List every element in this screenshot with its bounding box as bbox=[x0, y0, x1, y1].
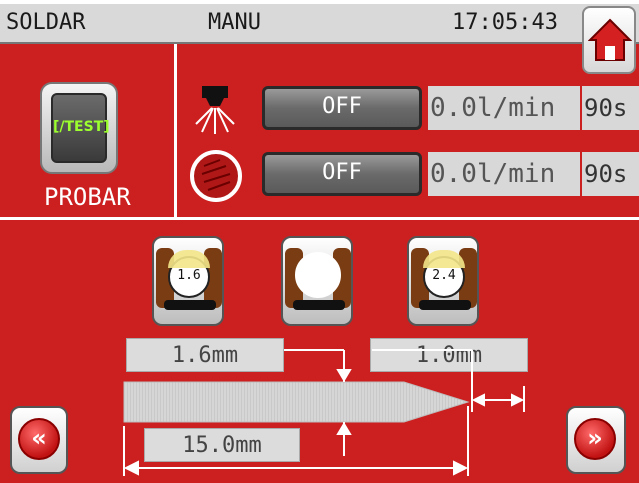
next-button[interactable]: » bbox=[566, 406, 626, 474]
home-button[interactable] bbox=[582, 6, 636, 74]
coil-flow-value[interactable]: 0.0l/min bbox=[428, 152, 580, 196]
screen: SOLDAR MANU 17:05:43 [/TEST] PROBAR OFF … bbox=[0, 0, 639, 483]
coil-circle-icon bbox=[190, 150, 242, 202]
coil-time-value[interactable]: 90s bbox=[582, 152, 639, 196]
clock: 17:05:43 bbox=[452, 10, 558, 35]
tool-base bbox=[419, 300, 471, 310]
status-bar: SOLDAR MANU 17:05:43 bbox=[0, 4, 639, 44]
home-icon bbox=[588, 18, 632, 61]
tool-base bbox=[164, 300, 216, 310]
probar-label: PROBAR bbox=[44, 183, 131, 211]
tool-button-3[interactable]: 2.4 bbox=[407, 236, 479, 326]
horizontal-divider bbox=[0, 217, 639, 220]
tool-gauge-label: 2.4 bbox=[432, 268, 456, 283]
test-button-frame: [/TEST] bbox=[40, 82, 118, 174]
tool-gauge-label: 1.6 bbox=[177, 268, 201, 283]
sub-mode-label: MANU bbox=[208, 10, 261, 35]
vertical-divider bbox=[174, 44, 177, 218]
spray-nozzle-icon bbox=[195, 86, 235, 134]
spray-time-value[interactable]: 90s bbox=[582, 86, 639, 130]
tool-base bbox=[293, 300, 345, 310]
coil-toggle-button[interactable]: OFF bbox=[262, 152, 422, 196]
tool-button-2[interactable] bbox=[281, 236, 353, 326]
double-right-arrow-icon: » bbox=[574, 418, 616, 460]
prev-button[interactable]: « bbox=[10, 406, 68, 474]
spray-flow-value[interactable]: 0.0l/min bbox=[428, 86, 580, 130]
test-button[interactable]: [/TEST] bbox=[40, 82, 118, 182]
tool-empty-icon bbox=[295, 252, 341, 298]
spray-toggle-button[interactable]: OFF bbox=[262, 86, 422, 130]
tool-button-1[interactable]: 1.6 bbox=[152, 236, 224, 326]
test-screen: [/TEST] bbox=[51, 93, 110, 163]
electrode-diagram bbox=[123, 349, 525, 476]
test-screen-text: [/TEST] bbox=[53, 119, 110, 135]
double-left-arrow-icon: « bbox=[18, 418, 60, 460]
mode-label: SOLDAR bbox=[6, 10, 86, 35]
